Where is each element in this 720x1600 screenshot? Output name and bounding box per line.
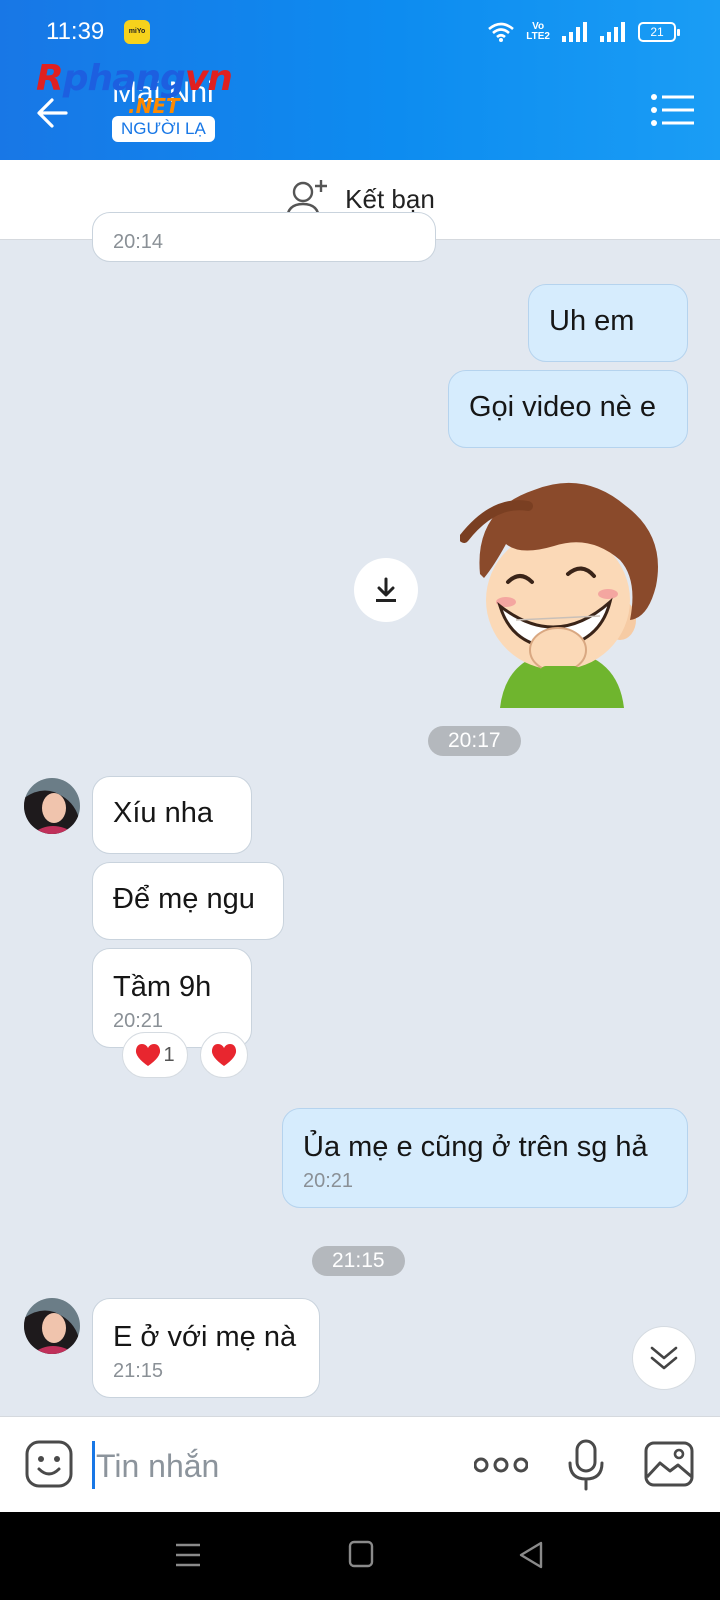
menu-list-icon[interactable] bbox=[650, 92, 694, 128]
message-text: Tầm 9h bbox=[113, 971, 212, 1003]
app-header: 11:39 miYo Vo LTE2 21 Mai Nhi NGƯỜI LẠ Rp… bbox=[0, 0, 720, 160]
react-button[interactable] bbox=[200, 1032, 248, 1078]
battery-icon: 21 bbox=[638, 22, 680, 42]
message-text: Để mẹ ngu bbox=[113, 883, 255, 915]
text-cursor bbox=[92, 1441, 95, 1489]
system-nav-bar bbox=[0, 1512, 720, 1600]
message-bubble-incoming[interactable]: E ở với mẹ nà 21:15 bbox=[92, 1298, 320, 1398]
sticker-image[interactable] bbox=[460, 470, 680, 708]
message-text: Xíu nha bbox=[113, 797, 213, 829]
message-bubble-incoming[interactable]: Xíu nha bbox=[92, 776, 252, 854]
message-input[interactable] bbox=[96, 1441, 446, 1491]
add-friend-label: Kết bạn bbox=[345, 184, 435, 214]
time-separator: 20:17 bbox=[428, 726, 521, 756]
message-text: Uh em bbox=[549, 305, 635, 337]
message-bubble-outgoing[interactable]: Gọi video nè e bbox=[448, 370, 688, 448]
message-time: 20:14 bbox=[113, 231, 164, 253]
back-nav-icon[interactable] bbox=[518, 1540, 544, 1570]
microphone-icon[interactable] bbox=[566, 1439, 606, 1491]
volte-icon: Vo LTE2 bbox=[526, 21, 550, 42]
app-badge-icon: miYo bbox=[124, 20, 150, 44]
status-icons: Vo LTE2 21 bbox=[488, 18, 680, 46]
more-options-icon[interactable] bbox=[474, 1449, 528, 1481]
back-arrow-icon[interactable] bbox=[30, 88, 80, 138]
message-time: 20:21 bbox=[303, 1170, 354, 1192]
contact-avatar[interactable] bbox=[24, 778, 80, 834]
heart-icon bbox=[211, 1044, 237, 1066]
scroll-to-bottom-button[interactable] bbox=[632, 1326, 696, 1390]
message-text: E ở với mẹ nà bbox=[113, 1321, 297, 1353]
message-bubble-incoming[interactable]: 20:14 bbox=[92, 212, 436, 262]
emoji-icon[interactable] bbox=[24, 1439, 74, 1489]
wifi-icon bbox=[488, 22, 515, 42]
status-time: 11:39 bbox=[46, 18, 105, 45]
image-gallery-icon[interactable] bbox=[644, 1441, 694, 1487]
signal-icon-2 bbox=[600, 22, 625, 42]
message-text: Gọi video nè e bbox=[469, 391, 657, 423]
message-bubble-incoming[interactable]: Để mẹ ngu bbox=[92, 862, 284, 940]
contact-avatar[interactable] bbox=[24, 1298, 80, 1354]
avatar-image bbox=[24, 778, 80, 834]
message-bubble-outgoing[interactable]: Uh em bbox=[528, 284, 688, 362]
recent-apps-icon[interactable] bbox=[174, 1540, 202, 1570]
message-bubble-outgoing[interactable]: Ủa mẹ e cũng ở trên sg hả 20:21 bbox=[282, 1108, 688, 1208]
heart-icon bbox=[136, 1044, 161, 1066]
stranger-badge: NGƯỜI LẠ bbox=[112, 116, 215, 142]
avatar-image bbox=[24, 1298, 80, 1354]
double-chevron-down-icon bbox=[650, 1346, 678, 1370]
message-time: 21:15 bbox=[113, 1360, 164, 1382]
message-text: Ủa mẹ e cũng ở trên sg hả bbox=[303, 1131, 648, 1163]
message-input-bar bbox=[0, 1416, 720, 1512]
contact-name[interactable]: Mai Nhi bbox=[112, 76, 214, 110]
home-icon[interactable] bbox=[348, 1540, 374, 1568]
reaction-count: 1 bbox=[163, 1043, 175, 1066]
time-separator: 21:15 bbox=[312, 1246, 405, 1276]
reaction-summary[interactable]: 1 bbox=[122, 1032, 188, 1078]
download-icon bbox=[376, 577, 396, 602]
signal-icon bbox=[562, 22, 587, 42]
download-button[interactable] bbox=[354, 558, 418, 622]
message-time: 20:21 bbox=[113, 1010, 164, 1032]
